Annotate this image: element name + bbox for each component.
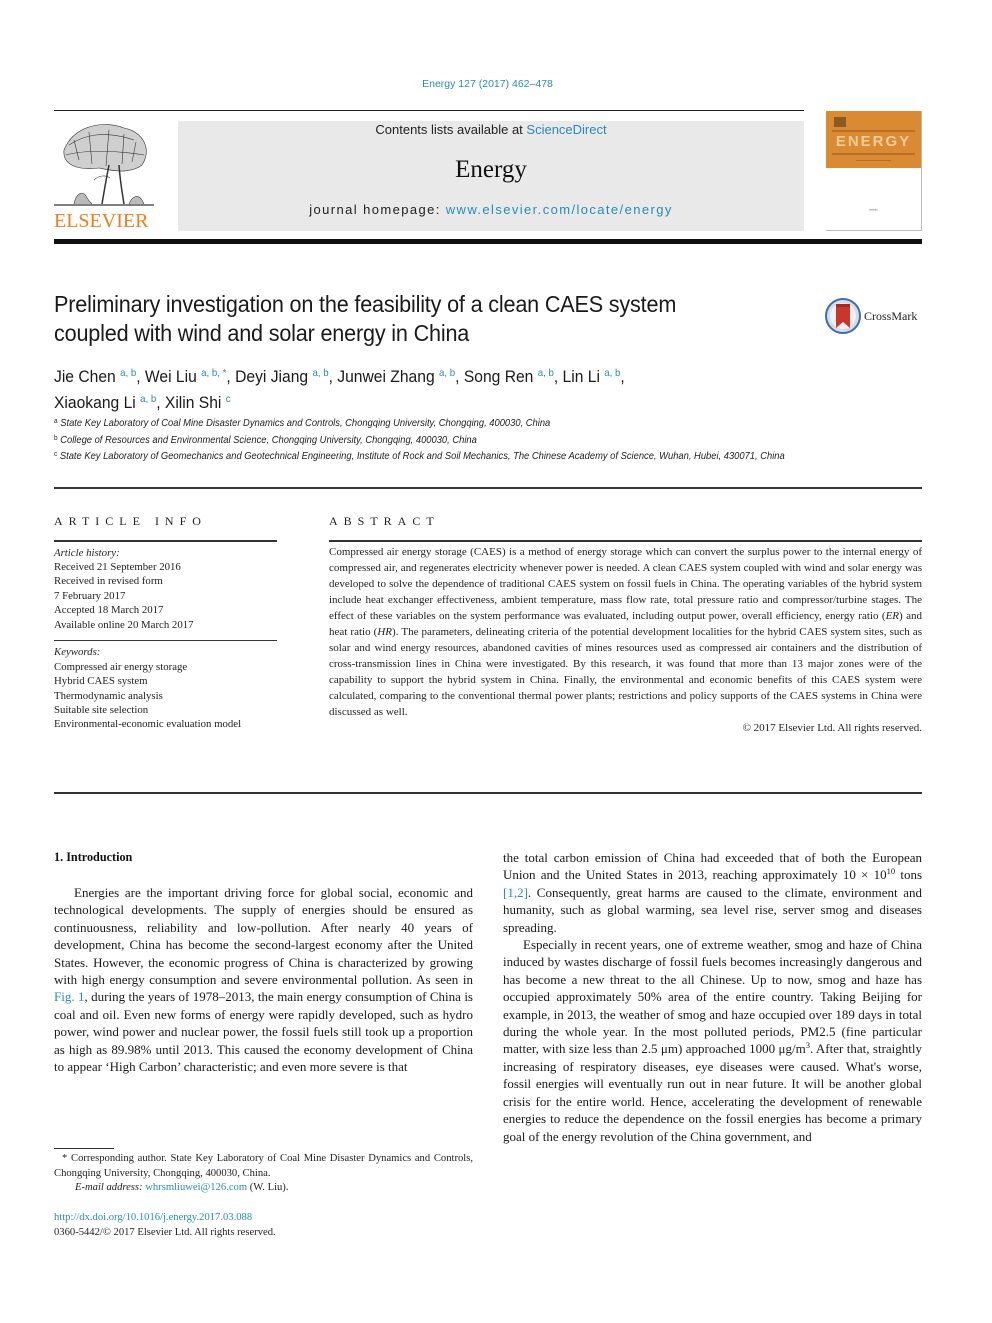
abstract-body: Compressed air energy storage (CAES) is … xyxy=(329,544,922,736)
abstract-end-rule xyxy=(54,792,922,794)
author-affiliation-mark[interactable]: a, b xyxy=(312,367,328,379)
author-affiliation-mark[interactable]: a, b xyxy=(538,367,554,379)
section-heading-introduction: 1. Introduction xyxy=(54,850,133,864)
author-affiliation-mark[interactable]: a, b xyxy=(120,367,136,379)
keyword: Suitable site selection xyxy=(54,704,149,717)
email-link[interactable]: whrsmliuwei@126.com xyxy=(145,1182,247,1193)
history-item: Received in revised form xyxy=(54,575,163,588)
journal-name: Energy xyxy=(455,156,527,183)
journal-cover-thumbnail[interactable]: ENERGY ▪▪▪▪▪▪ xyxy=(826,111,922,231)
journal-homepage-link[interactable]: www.elsevier.com/locate/energy xyxy=(446,202,673,217)
keyword: Hybrid CAES system xyxy=(54,675,148,688)
contents-prefix: Contents lists available at xyxy=(375,122,527,137)
author-affiliation-mark[interactable]: a, b xyxy=(439,367,455,379)
body-paragraph: Energies are the important driving force… xyxy=(54,885,473,1075)
corresponding-author-note: * Corresponding author. State Key Labora… xyxy=(54,1153,473,1179)
history-item: Accepted 18 March 2017 xyxy=(54,604,164,617)
doi-link[interactable]: http://dx.doi.org/10.1016/j.energy.2017.… xyxy=(54,1211,473,1226)
keywords-heading: Keywords: xyxy=(54,646,101,659)
title-line-2: coupled with wind and solar energy in Ch… xyxy=(54,320,470,346)
affiliations: a State Key Laboratory of Coal Mine Disa… xyxy=(54,415,790,465)
keywords: Keywords: Compressed air energy storage … xyxy=(54,641,277,731)
journal-masthead: Contents lists available at ScienceDirec… xyxy=(178,121,804,231)
doi-block: http://dx.doi.org/10.1016/j.energy.2017.… xyxy=(54,1211,473,1240)
author[interactable]: Junwei Zhang a, b xyxy=(337,367,455,386)
crossmark-icon xyxy=(825,298,861,334)
body-paragraph: Especially in recent years, one of extre… xyxy=(503,937,923,1144)
homepage-prefix: journal homepage: xyxy=(309,202,446,217)
history-item: Available online 20 March 2017 xyxy=(54,618,194,631)
title-line-1: Preliminary investigation on the feasibi… xyxy=(54,291,677,317)
author-affiliation-mark[interactable]: c xyxy=(226,393,231,405)
body-column-left: Energies are the important driving force… xyxy=(54,884,473,1075)
footnotes: * Corresponding author. State Key Labora… xyxy=(54,1152,473,1196)
crossmark-label: CrossMark xyxy=(864,308,918,323)
email-note: E-mail address: whrsmliuwei@126.com (W. … xyxy=(75,1182,289,1193)
history-heading: Article history: xyxy=(54,546,120,559)
author-affiliation-mark[interactable]: a, b xyxy=(604,367,620,379)
article-info-panel: Article history: Received 21 September 2… xyxy=(54,540,277,732)
abstract-label: ABSTRACT xyxy=(329,514,440,528)
keyword: Compressed air energy storage xyxy=(54,660,188,673)
body-column-right: the total carbon emission of China had e… xyxy=(503,849,922,1145)
affiliation: b College of Resources and Environmental… xyxy=(54,434,477,446)
affiliation: c State Key Laboratory of Geomechanics a… xyxy=(54,451,785,462)
author[interactable]: Xilin Shi c xyxy=(165,393,231,412)
body-paragraph: the total carbon emission of China had e… xyxy=(503,850,923,935)
affiliation: a State Key Laboratory of Coal Mine Disa… xyxy=(54,418,551,429)
crossmark-badge[interactable]: CrossMark xyxy=(825,296,925,336)
article-info-label: ARTICLE INFO xyxy=(54,514,207,528)
journal-citation[interactable]: Energy 127 (2017) 462–478 xyxy=(0,78,975,90)
author-affiliation-mark[interactable]: a, b, * xyxy=(201,367,226,379)
history-item: 7 February 2017 xyxy=(54,589,126,602)
journal-homepage-line: journal homepage: www.elsevier.com/locat… xyxy=(178,202,804,217)
front-matter-rule xyxy=(54,487,922,489)
header-rule xyxy=(54,110,804,111)
contents-line: Contents lists available at ScienceDirec… xyxy=(178,122,804,137)
author[interactable]: Deyi Jiang a, b xyxy=(235,367,328,386)
cover-title: ENERGY xyxy=(835,133,912,150)
cover-footer: ▪▪▪▪▪▪ xyxy=(869,207,878,212)
abstract-paragraph: Compressed air energy storage (CAES) is … xyxy=(329,546,922,718)
abstract-rule xyxy=(329,540,922,542)
cover-banner: ENERGY xyxy=(826,111,921,168)
history-item: Received 21 September 2016 xyxy=(54,560,181,573)
masthead-rule xyxy=(54,239,922,244)
abstract-copyright: © 2017 Elsevier Ltd. All rights reserved… xyxy=(742,722,922,734)
keyword: Thermodynamic analysis xyxy=(54,689,163,702)
author[interactable]: Xiaokang Li a, b xyxy=(54,393,156,412)
article-title: Preliminary investigation on the feasibi… xyxy=(54,290,790,348)
footnote-rule xyxy=(54,1148,114,1149)
sciencedirect-link[interactable]: ScienceDirect xyxy=(526,122,606,137)
article-history: Article history: Received 21 September 2… xyxy=(54,542,277,632)
author-list: Jie Chen a, b, Wei Liu a, b, *, Deyi Jia… xyxy=(54,367,625,412)
keyword: Environmental-economic evaluation model xyxy=(54,718,242,731)
author[interactable]: Song Ren a, b xyxy=(464,367,554,386)
author-affiliation-mark[interactable]: a, b xyxy=(140,393,156,405)
author[interactable]: Lin Li a, b xyxy=(563,367,621,386)
elsevier-logo[interactable]: ELSEVIER xyxy=(54,120,156,232)
author[interactable]: Wei Liu a, b, * xyxy=(145,367,226,386)
elsevier-tree-icon xyxy=(54,124,154,206)
figure-1-link[interactable]: Fig. 1 xyxy=(54,989,84,1004)
elsevier-wordmark: ELSEVIER xyxy=(54,210,149,232)
issn-line: 0360-5442/© 2017 Elsevier Ltd. All right… xyxy=(54,1226,276,1238)
author[interactable]: Jie Chen a, b xyxy=(54,367,136,386)
reference-link[interactable]: [1,2] xyxy=(503,885,528,900)
